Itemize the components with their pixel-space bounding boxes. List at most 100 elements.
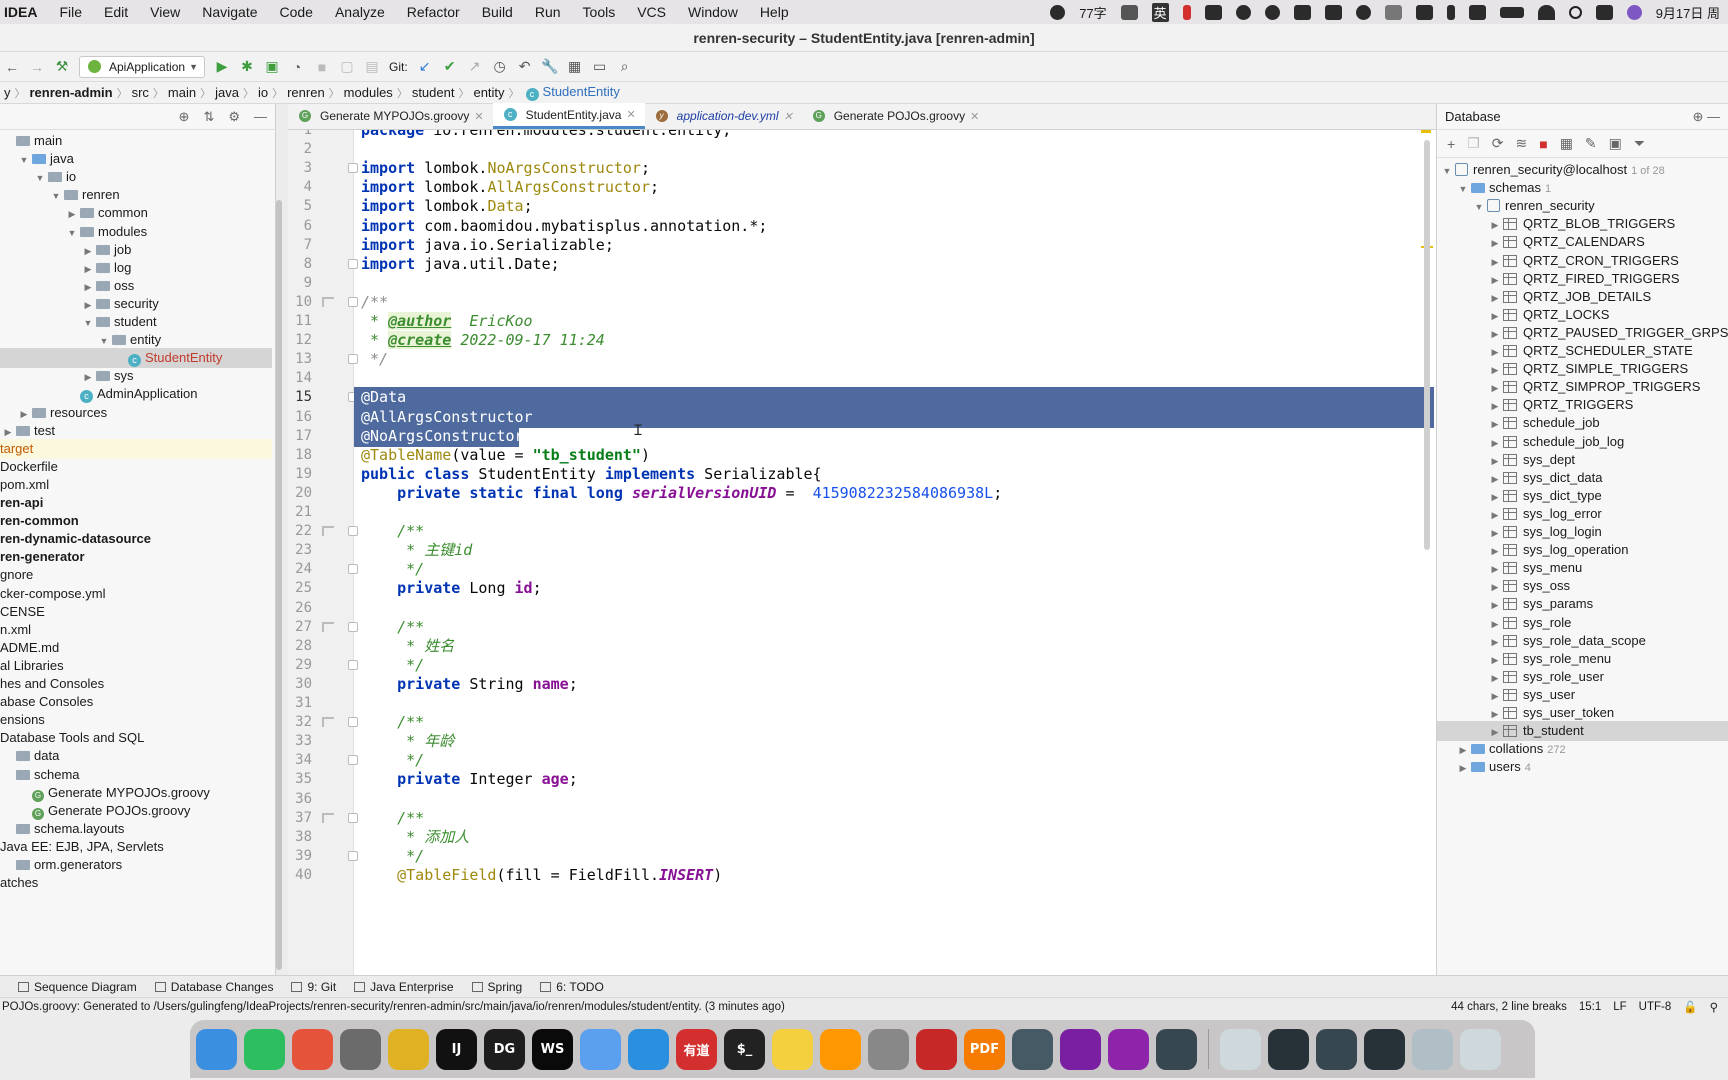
ime-indicator[interactable]: 英 — [1151, 2, 1169, 22]
p-icon[interactable] — [1235, 4, 1251, 20]
menu-run[interactable]: Run — [524, 4, 572, 20]
database-tree-item[interactable]: ▶ QRTZ_BLOB_TRIGGERS — [1437, 214, 1728, 234]
tree-item[interactable]: hes and Consoles — [0, 674, 272, 694]
sublime-icon[interactable] — [820, 1028, 861, 1070]
database-tree-item[interactable]: ▶ QRTZ_SIMPLE_TRIGGERS — [1437, 359, 1728, 379]
breadcrumb-item[interactable]: renren — [283, 85, 329, 100]
tree-item[interactable]: ▶ job — [0, 240, 272, 260]
tree-item[interactable]: n.xml — [0, 620, 272, 640]
breadcrumb-item[interactable]: java — [211, 85, 243, 100]
battery-icon[interactable] — [1499, 6, 1524, 18]
arc-icon[interactable] — [580, 1028, 621, 1070]
database-tree-item[interactable]: ▶ sys_dict_type — [1437, 486, 1728, 506]
toolwindow-sequence-diagram[interactable]: Sequence Diagram — [18, 980, 137, 994]
tools-icon[interactable] — [1324, 4, 1342, 20]
tree-item[interactable]: target — [0, 438, 272, 459]
toolwindow-6-todo[interactable]: 6: TODO — [540, 980, 604, 994]
tree-item[interactable]: ▶ sys — [0, 366, 272, 386]
bluetooth-icon[interactable] — [1446, 4, 1455, 20]
tree-item[interactable]: ▶ resources — [0, 403, 272, 423]
antenna-icon[interactable] — [1415, 4, 1433, 20]
tree-item[interactable]: atches — [0, 873, 272, 893]
tree-item[interactable]: Dockerfile — [0, 457, 272, 477]
breadcrumb-item[interactable]: y — [0, 85, 15, 100]
centos-icon[interactable] — [1060, 1028, 1101, 1070]
window-3-icon[interactable] — [1364, 1028, 1405, 1070]
tree-item[interactable]: ▼ java — [0, 149, 272, 169]
database-tree-item[interactable]: ▶ sys_role_menu — [1437, 649, 1728, 669]
stop-recording-icon[interactable] — [1050, 4, 1066, 20]
launchpad-icon[interactable] — [292, 1028, 333, 1070]
tree-item[interactable]: ▶ oss — [0, 276, 272, 296]
breadcrumb-item[interactable]: student — [408, 85, 459, 100]
doc-render-icon[interactable] — [322, 526, 334, 537]
build-hammer-icon[interactable]: ⚒ — [54, 58, 70, 75]
debug-icon[interactable]: ✱ — [239, 58, 255, 75]
fold-icon[interactable] — [348, 755, 358, 766]
tab-studententity-java[interactable]: c StudentEntity.java ✕ — [492, 103, 645, 129]
breadcrumb-item[interactable]: io — [254, 85, 272, 100]
tree-item[interactable]: al Libraries — [0, 656, 272, 676]
stop-icon[interactable]: ■ — [314, 59, 330, 75]
fold-icon[interactable] — [348, 354, 358, 365]
project-scrollbar[interactable] — [276, 200, 282, 970]
schema-sync-icon[interactable]: ≋ — [1515, 135, 1527, 152]
tree-item[interactable]: ▼ modules — [0, 222, 272, 242]
database-tree-item[interactable]: ▶ sys_log_error — [1437, 504, 1728, 524]
close-icon[interactable]: ✕ — [474, 110, 483, 123]
doc-render-icon[interactable] — [322, 812, 334, 823]
edit-icon[interactable]: ✎ — [1585, 135, 1597, 152]
filter-icon[interactable]: ⏷ — [1634, 135, 1645, 152]
doc-render-icon[interactable] — [322, 621, 334, 632]
database-tree-item[interactable]: ▶ users 4 — [1437, 757, 1728, 777]
database-tree-item[interactable]: ▶ QRTZ_SIMPROP_TRIGGERS — [1437, 377, 1728, 397]
close-icon[interactable]: ✕ — [970, 110, 979, 123]
intellij-icon[interactable]: IJ — [436, 1028, 477, 1070]
breadcrumb-item[interactable]: modules — [340, 85, 397, 100]
caret-position[interactable]: 15:1 — [1579, 1001, 1601, 1013]
fold-icon[interactable] — [348, 163, 358, 174]
docker-icon[interactable]: ▤ — [364, 58, 380, 75]
youdao-icon[interactable]: 有道 — [676, 1028, 717, 1070]
database-tree-item[interactable]: ▼ renren_security@localhost 1 of 28 — [1437, 160, 1728, 180]
menu-refactor[interactable]: Refactor — [396, 4, 471, 20]
tree-item[interactable]: CENSE — [0, 602, 272, 622]
parallels-icon[interactable] — [916, 1028, 957, 1070]
tree-item[interactable]: ADME.md — [0, 638, 272, 658]
tree-item[interactable]: Java EE: EJB, JPA, Servlets — [0, 837, 272, 857]
toolwindow-9-git[interactable]: 9: Git — [291, 980, 336, 994]
tree-item[interactable]: data — [0, 746, 272, 766]
lock-icon[interactable]: 🔓 — [1683, 1000, 1697, 1014]
tree-item[interactable]: schema.layouts — [0, 819, 272, 839]
tree-item[interactable]: ren-common — [0, 511, 272, 531]
tree-item[interactable]: ensions — [0, 710, 272, 730]
toolwindow-java-enterprise[interactable]: Java Enterprise — [354, 980, 454, 994]
tree-item[interactable]: abase Consoles — [0, 692, 272, 712]
chevron-right-icon[interactable]: ▶ — [1457, 758, 1469, 778]
breadcrumb-item[interactable]: c StudentEntity — [520, 84, 624, 101]
git-push-icon[interactable]: ↗ — [467, 58, 483, 75]
database-tree-item[interactable]: ▶ tb_student — [1437, 721, 1728, 742]
fold-icon[interactable] — [348, 717, 358, 728]
keyboard-icon[interactable] — [1412, 1028, 1453, 1070]
menu-window[interactable]: Window — [677, 4, 749, 20]
database-tree-item[interactable]: ▶ sys_user — [1437, 685, 1728, 705]
tab-application-dev-yml[interactable]: y application-dev.yml ✕ — [645, 103, 802, 129]
database-tree-item[interactable]: ▶ collations 272 — [1437, 739, 1728, 759]
control-center-icon[interactable] — [1595, 4, 1613, 20]
window-1-icon[interactable] — [1268, 1028, 1309, 1070]
vscode-icon[interactable] — [628, 1028, 669, 1070]
tree-item[interactable]: pom.xml — [0, 475, 272, 495]
database-tree-item[interactable]: ▶ QRTZ_TRIGGERS — [1437, 395, 1728, 415]
menu-tools[interactable]: Tools — [572, 4, 627, 20]
locate-icon[interactable]: ⊕ — [179, 109, 190, 125]
database-tree-item[interactable]: ▶ QRTZ_JOB_DETAILS — [1437, 287, 1728, 307]
close-icon[interactable]: ✕ — [784, 110, 793, 123]
menu-code[interactable]: Code — [269, 4, 324, 20]
database-tree-item[interactable]: ▶ sys_params — [1437, 594, 1728, 614]
menubar-date[interactable]: 9月17日 周 — [1656, 3, 1720, 22]
tree-item[interactable]: cker-compose.yml — [0, 584, 272, 604]
inspection-warning-icon[interactable] — [1421, 130, 1431, 133]
system-preferences-icon[interactable] — [868, 1028, 909, 1070]
tree-item[interactable]: G Generate POJOs.groovy — [0, 801, 272, 821]
